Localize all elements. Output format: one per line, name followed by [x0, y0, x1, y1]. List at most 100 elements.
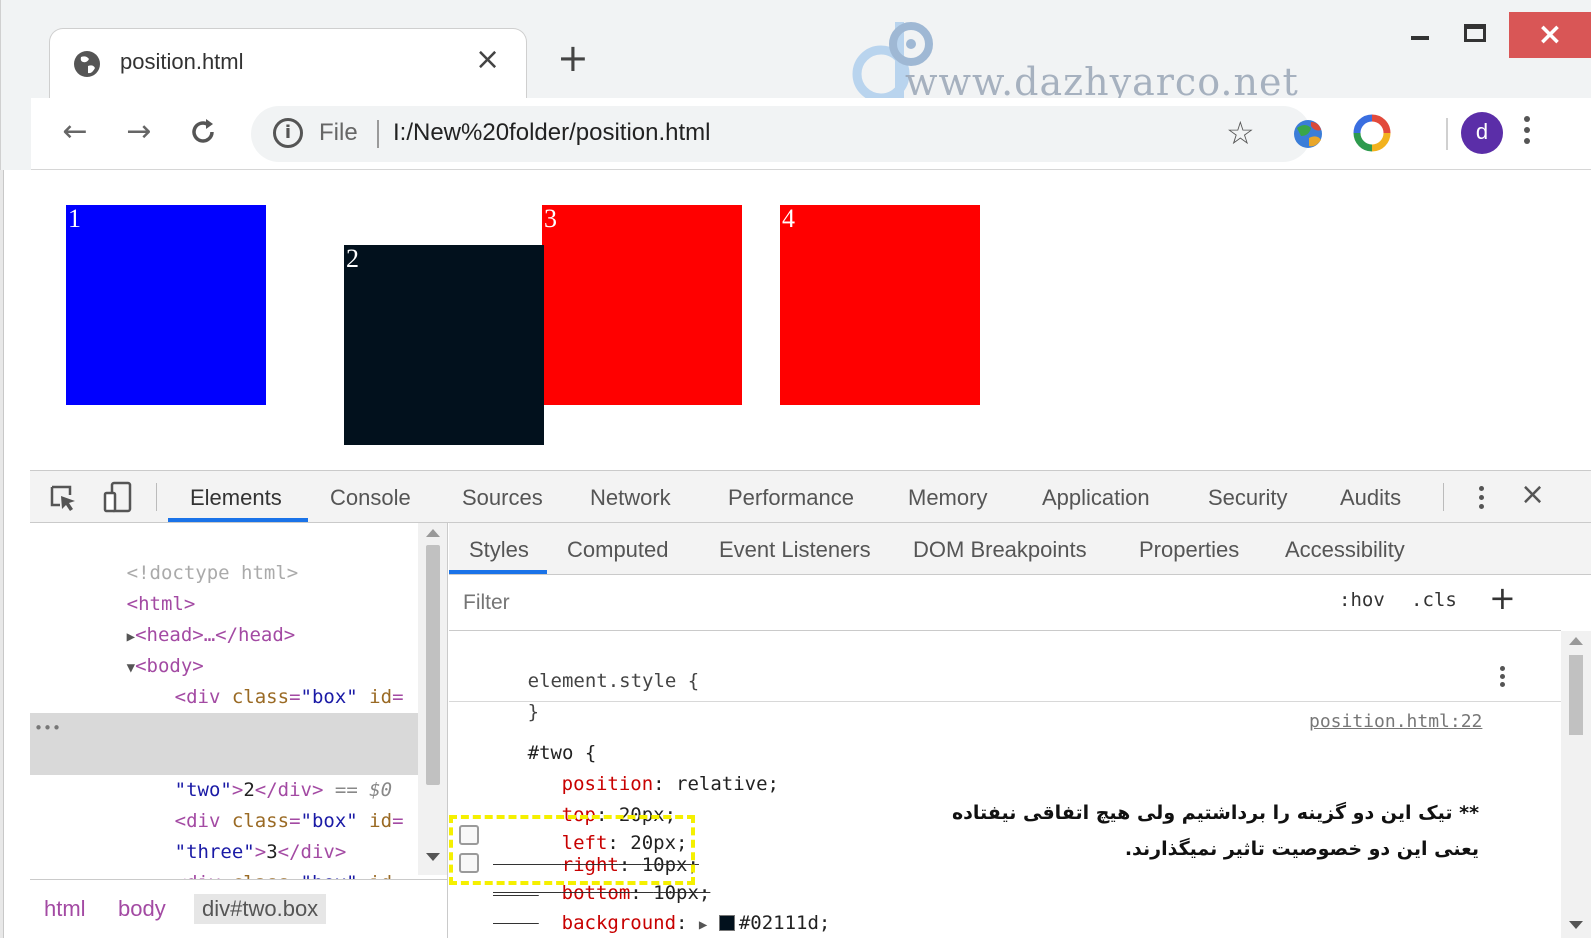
dom-div-three-cont[interactable]: "three">3</div> — [30, 806, 418, 863]
tab-close-icon[interactable]: × — [475, 45, 500, 75]
extension-globe-icon[interactable] — [1289, 114, 1327, 152]
dom-div-three[interactable]: <div class="box" id= — [30, 775, 418, 832]
breadcrumb-html[interactable]: html — [36, 894, 94, 924]
back-icon[interactable]: ← — [57, 114, 93, 150]
selected-ellipsis[interactable]: ••• — [34, 713, 61, 744]
toolbar-separator — [1446, 118, 1448, 150]
tab-elements[interactable]: Elements — [190, 485, 282, 511]
devtools-close-icon[interactable]: × — [1520, 477, 1545, 512]
box-three: 3 — [542, 205, 742, 405]
breadcrumb-body[interactable]: body — [110, 894, 174, 924]
styles-tabbar: Styles Computed Event Listeners DOM Brea… — [449, 523, 1591, 575]
rule-close: } — [459, 905, 539, 936]
tab-network[interactable]: Network — [590, 485, 671, 511]
rule-separator — [449, 701, 1561, 702]
new-rule-button[interactable]: + — [1489, 579, 1516, 617]
tab-title: position.html — [120, 49, 244, 74]
device-toolbar-icon[interactable] — [102, 481, 136, 513]
rule-selector[interactable]: #two { — [459, 707, 597, 764]
forward-icon[interactable]: → — [121, 114, 157, 150]
active-tab-indicator — [168, 518, 308, 522]
tab-properties[interactable]: Properties — [1139, 537, 1239, 563]
tab-sources[interactable]: Sources — [462, 485, 543, 511]
tab-event-listeners[interactable]: Event Listeners — [719, 537, 871, 563]
tab-accessibility[interactable]: Accessibility — [1285, 537, 1405, 563]
tab-computed[interactable]: Computed — [567, 537, 669, 563]
dom-div-one-cont[interactable]: "one">1</div> — [30, 682, 418, 739]
address-bar[interactable]: i File I:/New%20folder/position.html ☆ — [251, 106, 1311, 162]
info-icon[interactable]: i — [273, 118, 303, 148]
address-separator — [377, 120, 379, 148]
dom-div-two-cont[interactable]: "two">2</div> == $0 — [30, 744, 418, 801]
element-style-close: } — [527, 701, 540, 723]
annotation-note: ** تیک این دو گزینه را برداشتیم ولی هیچ … — [951, 802, 1479, 860]
decl-top[interactable]: top: 20px; — [493, 769, 676, 826]
dom-div-one[interactable]: <div class="box" id= — [30, 651, 418, 708]
devtools-panel: Elements Console Sources Network Perform… — [30, 470, 1591, 938]
tab-memory[interactable]: Memory — [908, 485, 987, 511]
dom-html[interactable]: <html> — [58, 558, 446, 615]
browser-toolbar: ← → i File I:/New%20folder/position.html… — [31, 98, 1591, 170]
color-swatch[interactable] — [718, 915, 735, 931]
element-style-selector[interactable]: element.style { — [459, 635, 700, 692]
tab-performance[interactable]: Performance — [728, 485, 854, 511]
scroll-down-arrow-icon[interactable] — [1569, 921, 1583, 929]
tab-styles[interactable]: Styles — [469, 537, 529, 563]
profile-avatar[interactable]: d — [1461, 112, 1503, 154]
rule-menu-icon[interactable] — [1497, 663, 1507, 693]
bookmark-star-icon[interactable]: ☆ — [1226, 114, 1255, 152]
decl-background[interactable]: background: ▶ #02111d; — [493, 877, 831, 934]
decl-position[interactable]: position: relative; — [493, 738, 779, 795]
scroll-thumb[interactable] — [1569, 655, 1583, 735]
highlight-annotation — [449, 815, 695, 885]
styles-scrollbar[interactable] — [1561, 631, 1591, 938]
box-two: 2 — [344, 245, 544, 445]
inspect-element-icon[interactable] — [48, 483, 78, 513]
globe-icon — [74, 51, 100, 77]
scroll-thumb[interactable] — [426, 545, 440, 785]
styles-pane: Styles Computed Event Listeners DOM Brea… — [449, 523, 1591, 938]
scroll-up-arrow-icon[interactable] — [426, 529, 440, 537]
devtools-menu-icon[interactable] — [1476, 483, 1486, 513]
scheme-label: File — [319, 119, 358, 146]
page-viewport: 1 2 3 4 — [30, 171, 1591, 470]
rule-source-link[interactable]: position.html:22 — [1309, 711, 1482, 732]
browser-chrome: position.html × + www.dazhyarco.net × ← … — [0, 0, 1591, 170]
box-four: 4 — [780, 205, 980, 405]
extension-ring-icon[interactable] — [1353, 114, 1391, 152]
expand-triangle-icon[interactable]: ▶ — [699, 917, 707, 933]
dom-div-two[interactable]: <div class="box" id= — [30, 713, 418, 770]
window-close-button[interactable]: × — [1509, 12, 1591, 58]
tab-audits[interactable]: Audits — [1340, 485, 1401, 511]
reload-icon[interactable] — [185, 114, 221, 150]
new-tab-button[interactable]: + — [557, 38, 589, 78]
maximize-button[interactable] — [1464, 24, 1486, 42]
styles-tab-indicator — [449, 570, 547, 574]
breadcrumb: html body div#two.box — [30, 879, 447, 938]
browser-menu-icon[interactable] — [1517, 112, 1537, 154]
tab-security[interactable]: Security — [1208, 485, 1287, 511]
dom-body[interactable]: ▼<body> — [58, 620, 446, 677]
devtools-separator — [156, 483, 157, 511]
tab-application[interactable]: Application — [1042, 485, 1150, 511]
url-text[interactable]: I:/New%20folder/position.html — [393, 119, 710, 147]
browser-tab[interactable]: position.html × — [49, 28, 527, 98]
scroll-up-arrow-icon[interactable] — [1569, 637, 1583, 645]
dom-doctype[interactable]: <!doctype html> — [58, 527, 446, 584]
scroll-down-arrow-icon[interactable] — [426, 853, 440, 861]
devtools-separator-2 — [1443, 483, 1444, 511]
elements-scrollbar[interactable] — [418, 523, 447, 875]
devtools-tabbar: Elements Console Sources Network Perform… — [30, 471, 1591, 523]
minimize-button[interactable] — [1411, 36, 1429, 40]
filter-row: :hov .cls + — [449, 575, 1561, 631]
cls-toggle[interactable]: .cls — [1411, 589, 1457, 611]
styles-filter-input[interactable] — [457, 583, 1317, 623]
elements-tree: <!doctype html> <html> ▶<head>…</head> ▼… — [30, 523, 448, 938]
dom-head[interactable]: ▶<head>…</head> — [58, 589, 446, 646]
dom-div-four[interactable]: <div class="box" id= — [30, 837, 418, 894]
tab-console[interactable]: Console — [330, 485, 411, 511]
breadcrumb-div-two[interactable]: div#two.box — [194, 894, 327, 924]
hov-toggle[interactable]: :hov — [1339, 589, 1385, 611]
tab-dom-breakpoints[interactable]: DOM Breakpoints — [913, 537, 1087, 563]
box-one: 1 — [66, 205, 266, 405]
